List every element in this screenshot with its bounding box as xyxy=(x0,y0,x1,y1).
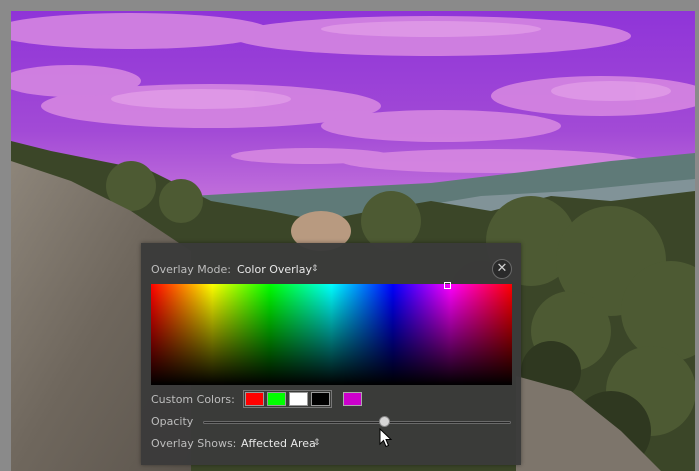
custom-color-swatch-green[interactable] xyxy=(267,392,286,406)
custom-color-swatch-black[interactable] xyxy=(311,392,330,406)
color-spectrum-picker[interactable] xyxy=(151,282,512,385)
current-color-swatch[interactable] xyxy=(343,392,362,406)
overlay-shows-label: Overlay Shows: xyxy=(151,437,237,450)
overlay-shows-updown-icon[interactable]: ⇕ xyxy=(313,438,321,448)
overlay-mode-select[interactable]: Color Overlay xyxy=(237,263,312,276)
overlay-mode-updown-icon[interactable]: ⇕ xyxy=(311,264,319,274)
custom-color-swatch-red[interactable] xyxy=(245,392,264,406)
opacity-slider-track[interactable] xyxy=(203,421,511,424)
overlay-mode-label: Overlay Mode: xyxy=(151,263,231,276)
close-button[interactable]: ✕ xyxy=(492,259,512,279)
overlay-shows-select[interactable]: Affected Area xyxy=(241,437,316,450)
opacity-slider-thumb[interactable] xyxy=(379,416,391,427)
opacity-label: Opacity xyxy=(151,415,194,428)
overlay-panel: Overlay Mode: Color Overlay ⇕ ✕ Custom C… xyxy=(141,243,521,465)
color-picker-handle[interactable] xyxy=(444,282,451,289)
mouse-pointer-icon xyxy=(379,428,393,448)
custom-color-swatch-white[interactable] xyxy=(289,392,308,406)
custom-colors-label: Custom Colors: xyxy=(151,393,235,406)
close-icon: ✕ xyxy=(496,261,508,276)
